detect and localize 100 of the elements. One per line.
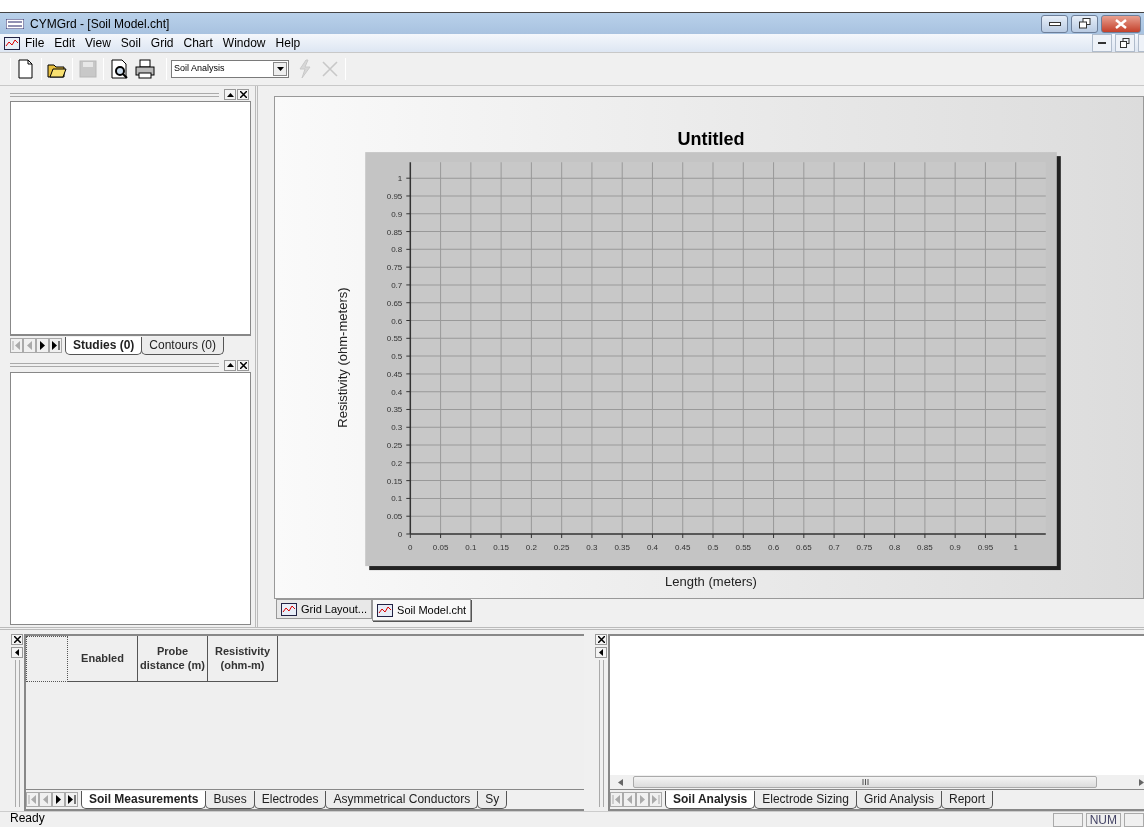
sheet-tab[interactable]: Contours (0) — [141, 336, 225, 355]
y-tick-label: 0.5 — [391, 352, 403, 362]
sheet-tab[interactable]: Asymmetrical Conductors — [325, 791, 479, 809]
close-button[interactable] — [237, 359, 249, 371]
close-icon — [597, 636, 605, 643]
y-tick-label: 0.75 — [386, 263, 403, 273]
grip-icon — [861, 779, 869, 785]
minimize-button[interactable] — [1041, 14, 1068, 33]
y-tick-label: 0.85 — [386, 227, 403, 237]
sheet-tab[interactable]: Soil Measurements — [81, 791, 207, 809]
y-tick-label: 0.45 — [386, 369, 403, 379]
tab-scroll-button[interactable] — [65, 792, 78, 807]
print-button[interactable] — [134, 58, 156, 80]
sheet-tab[interactable]: Electrodes — [253, 791, 327, 809]
y-tick-label: 0.25 — [386, 441, 403, 451]
up-arrow-icon — [226, 363, 234, 367]
menu-item[interactable]: Soil — [115, 34, 146, 52]
column-header: Resistivity (ohm-m) — [208, 636, 278, 682]
tab-scroll-button[interactable] — [49, 337, 62, 353]
sheet-tab[interactable]: Soil Analysis — [665, 791, 756, 809]
sheet-tab[interactable]: Buses — [205, 791, 255, 809]
y-tick-label: 0.9 — [391, 209, 403, 219]
chart-document-icon — [4, 36, 20, 50]
sheet-tab[interactable]: Studies (0) — [65, 336, 143, 355]
y-tick-label: 0.6 — [391, 316, 403, 326]
arrow-icon — [53, 794, 64, 805]
status-indicator: NUM — [1085, 813, 1121, 827]
x-tick-label: 0.3 — [586, 543, 598, 553]
child-restore-button[interactable] — [1115, 34, 1135, 52]
x-tick-label: 0.15 — [493, 543, 509, 553]
sheet-tab[interactable]: Electrode Sizing — [754, 791, 857, 809]
restore-button[interactable] — [1071, 14, 1098, 33]
chart-document-icon — [281, 602, 297, 616]
column-header: Probe distance (m) — [138, 636, 208, 682]
arrow-icon — [40, 794, 51, 805]
close-icon — [239, 361, 247, 369]
window-title: CYMGrd - [Soil Model.cht] — [30, 15, 171, 33]
left-arrow-icon — [599, 649, 603, 656]
arrow-icon — [24, 339, 35, 351]
document-tab[interactable]: Soil Model.cht — [372, 599, 472, 622]
x-tick-label: 0 — [408, 543, 413, 553]
x-tick-label: 0.6 — [768, 543, 780, 553]
x-tick-label: 0.4 — [646, 543, 659, 553]
close-icon — [13, 636, 21, 643]
menu-item[interactable]: Help — [270, 34, 306, 52]
close-icon — [239, 91, 247, 98]
y-tick-label: 0.65 — [386, 298, 403, 308]
app-logo-icon — [6, 18, 24, 29]
menu-item[interactable]: View — [80, 34, 116, 52]
arrow-icon — [611, 794, 622, 805]
y-tick-label: 0.3 — [391, 423, 403, 433]
x-tick-label: 0.35 — [614, 543, 630, 553]
left-arrow-icon — [15, 649, 19, 656]
up-arrow-icon — [226, 92, 234, 97]
sheet-tab[interactable]: Sy — [477, 791, 508, 809]
sheet-tab[interactable]: Grid Analysis — [855, 791, 942, 809]
menu-item[interactable]: Window — [217, 34, 271, 52]
close-button[interactable] — [11, 634, 23, 645]
x-tick-label: 0.05 — [432, 543, 449, 553]
tab-scroll-button[interactable] — [52, 792, 65, 807]
close-button[interactable] — [237, 89, 249, 100]
x-tick-label: 0.9 — [949, 543, 961, 553]
arrow-icon — [27, 794, 38, 805]
x-tick-label: 0.5 — [707, 543, 719, 553]
y-tick-label: 1 — [397, 174, 403, 184]
y-tick-label: 0.55 — [386, 334, 403, 344]
x-tick-label: 0.7 — [828, 543, 840, 553]
chart-document-icon — [377, 603, 394, 617]
collapse-button[interactable] — [11, 647, 23, 658]
close-icon — [1115, 18, 1127, 29]
y-axis-title: Resistivity (ohm-meters) — [335, 287, 351, 428]
x-tick-label: 0.8 — [889, 543, 901, 553]
expand-button[interactable] — [224, 359, 236, 371]
restore-icon — [1078, 18, 1091, 29]
arrow-icon — [624, 794, 635, 805]
analysis-dropdown[interactable]: Soil Analysis — [171, 60, 289, 78]
menu-item[interactable]: Edit — [49, 34, 81, 52]
print-preview-button[interactable] — [108, 58, 130, 80]
sheet-tab[interactable]: Report — [941, 791, 994, 809]
y-tick-label: 0.7 — [391, 280, 403, 290]
child-minimize-button[interactable] — [1092, 34, 1112, 52]
close-button[interactable] — [595, 634, 607, 645]
menu-item[interactable]: Chart — [178, 34, 218, 52]
document-tab[interactable]: Grid Layout... — [276, 599, 373, 620]
tab-scroll-button[interactable] — [36, 337, 49, 353]
status-pane — [1124, 813, 1144, 827]
dropdown-arrow-icon — [276, 67, 284, 71]
x-tick-label: 0.85 — [917, 543, 933, 553]
x-tick-label: 0.2 — [525, 543, 537, 553]
arrow-icon — [11, 339, 22, 351]
x-axis-title: Length (meters) — [665, 574, 757, 590]
y-tick-label: 0.05 — [386, 512, 403, 522]
print-preview-icon — [108, 58, 130, 80]
expand-button[interactable] — [224, 89, 236, 100]
menu-item[interactable]: Grid — [145, 34, 179, 52]
menu-item[interactable]: File — [20, 34, 50, 52]
collapse-button[interactable] — [595, 647, 607, 658]
y-tick-label: 0.15 — [386, 476, 403, 486]
arrow-icon — [50, 339, 61, 351]
y-tick-label: 0.2 — [391, 458, 403, 468]
